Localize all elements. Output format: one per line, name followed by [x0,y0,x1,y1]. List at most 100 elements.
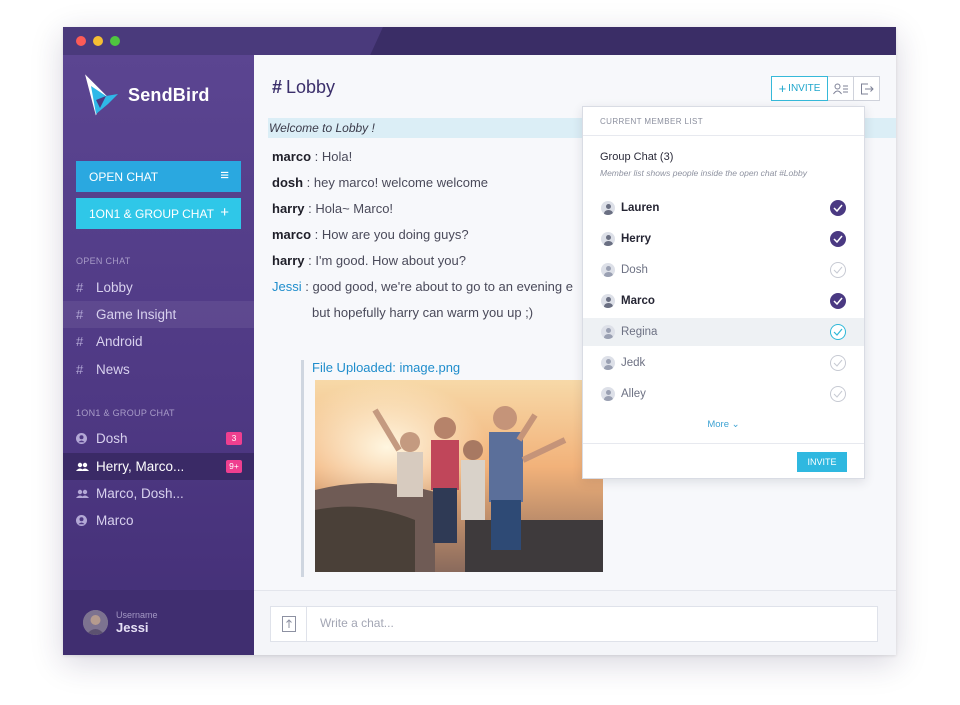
channel-news[interactable]: # News [63,356,254,383]
hash-icon: # [76,307,84,322]
member-row[interactable]: Herry [583,225,864,253]
channel-title-text: Lobby [286,77,336,97]
member-name: Marco [621,295,655,307]
group-item-label: Dosh [96,431,128,446]
maximize-window-button[interactable] [110,36,120,46]
file-upload-link[interactable]: File Uploaded: image.png [312,360,460,375]
panel-header: CURRENT MEMBER LIST [600,117,704,126]
minimize-window-button[interactable] [93,36,103,46]
sendbird-logo-icon [85,74,118,116]
user-icon [601,294,615,308]
message-text: : I'm good. How about you? [304,253,466,268]
open-chat-button[interactable]: OPEN CHAT ≡ [76,161,241,192]
group-section-label: 1ON1 & GROUP CHAT [76,408,175,418]
checked-icon[interactable] [830,231,846,247]
member-name: Dosh [621,264,648,276]
file-upload-message: File Uploaded: image.png [301,360,603,577]
hash-icon: # [76,280,84,295]
divider [583,443,864,444]
member-list-panel: CURRENT MEMBER LIST Group Chat (3) Membe… [582,106,865,479]
channel-label: Lobby [96,280,133,295]
leave-channel-button[interactable] [854,76,880,101]
channel-label: News [96,362,130,377]
upload-file-button[interactable] [271,607,307,641]
message: harry : I'm good. How about you? [272,253,466,268]
message-text: : Hola~ Marco! [304,201,394,216]
member-list-icon [832,83,848,94]
member-row[interactable]: Regina [583,318,864,346]
invite-members-button[interactable]: INVITE [797,452,847,472]
more-label: More [707,419,730,430]
message-text: : How are you doing guys? [311,227,469,242]
group-icon [76,462,96,472]
composer-box [270,606,878,642]
app-logo: SendBird [82,73,210,117]
member-row[interactable]: Dosh [583,256,864,284]
menu-icon: ≡ [220,167,229,184]
message-text: : Hola! [311,149,353,164]
group-subtitle: Member list shows people inside the open… [600,168,807,178]
hash-icon: # [272,77,283,97]
member-name: Regina [621,326,658,338]
message-author[interactable]: marco [272,227,311,242]
username-label: Username [116,610,158,620]
message-author[interactable]: Jessi [272,279,302,294]
upload-icon [281,616,296,632]
group-item-marco[interactable]: Marco [63,507,254,534]
channel-title: # Lobby [272,77,335,98]
user-profile[interactable]: Username Jessi [63,590,254,655]
group-item-herry-marco[interactable]: Herry, Marco... 9+ [63,453,254,480]
group-item-label: Herry, Marco... [96,459,185,474]
unread-badge: 3 [226,432,242,445]
user-icon [76,433,96,444]
message-composer [254,590,896,655]
checked-icon[interactable] [830,200,846,216]
chevron-down-icon: ⌄ [731,419,740,430]
group-icon [76,489,96,499]
group-chat-button[interactable]: 1ON1 & GROUP CHAT + [76,198,241,229]
member-row[interactable]: Alley [583,380,864,408]
group-chat-button-label: 1ON1 & GROUP CHAT [89,206,214,221]
message: marco : How are you doing guys? [272,227,469,242]
user-icon [601,232,615,246]
exit-icon [860,83,874,94]
group-item-marco-dosh[interactable]: Marco, Dosh... [63,480,254,507]
message-author[interactable]: harry [272,253,305,268]
member-row[interactable]: Jedk [583,349,864,377]
channel-lobby[interactable]: # Lobby [63,274,254,301]
member-name: Jedk [621,357,646,369]
group-title: Group Chat (3) [600,151,674,163]
member-row[interactable]: Marco [583,287,864,315]
channel-game-insight[interactable]: # Game Insight [63,301,254,328]
more-members-link[interactable]: More ⌄ [583,419,864,430]
unread-badge: 9+ [226,460,242,473]
invite-button[interactable]: + INVITE [771,76,828,101]
hash-icon: # [76,362,84,377]
uploaded-image[interactable] [315,380,603,572]
sidebar: SendBird OPEN CHAT ≡ 1ON1 & GROUP CHAT +… [63,55,254,655]
message-author[interactable]: harry [272,201,305,216]
app-name: SendBird [128,84,210,105]
member-row[interactable]: Lauren [583,194,864,222]
open-chat-section-label: OPEN CHAT [76,256,131,266]
message-text: : hey marco! welcome welcome [303,175,489,190]
user-icon [601,263,615,277]
message-author[interactable]: marco [272,149,311,164]
unchecked-icon[interactable] [830,262,846,278]
open-chat-button-label: OPEN CHAT [89,169,159,184]
hover-check-icon[interactable] [830,324,846,340]
invite-button-label: INVITE [788,83,821,94]
member-list-button[interactable] [828,76,854,101]
user-icon [601,325,615,339]
member-name: Lauren [621,202,660,214]
welcome-text: Welcome to Lobby ! [269,121,375,135]
unchecked-icon[interactable] [830,386,846,402]
message-author[interactable]: dosh [272,175,303,190]
close-window-button[interactable] [76,36,86,46]
checked-icon[interactable] [830,293,846,309]
chat-input[interactable] [320,616,860,630]
group-item-dosh[interactable]: Dosh 3 [63,425,254,452]
channel-android[interactable]: # Android [63,328,254,355]
user-icon [601,201,615,215]
unchecked-icon[interactable] [830,355,846,371]
